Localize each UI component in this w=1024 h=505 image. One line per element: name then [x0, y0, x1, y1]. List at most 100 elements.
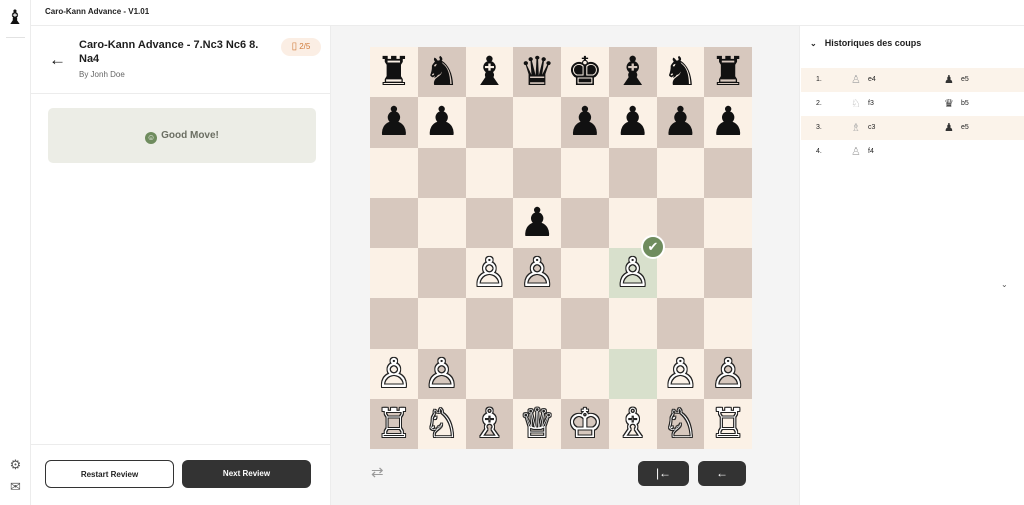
square-d2[interactable] — [513, 348, 561, 399]
piece-e8[interactable]: ♚ — [567, 49, 603, 95]
square-h4[interactable] — [704, 248, 752, 299]
square-h1[interactable]: ♖ — [704, 398, 752, 449]
piece-g7[interactable]: ♟ — [662, 99, 698, 145]
square-f2[interactable] — [608, 348, 657, 399]
square-b1[interactable]: ♘ — [417, 398, 466, 449]
square-d8[interactable]: ♛ — [513, 47, 561, 98]
piece-f7[interactable]: ♟ — [615, 99, 651, 145]
piece-h8[interactable]: ♜ — [710, 49, 746, 95]
next-review-button[interactable]: Next Review — [182, 460, 311, 488]
square-a3[interactable] — [370, 298, 418, 349]
square-e5[interactable] — [561, 197, 609, 248]
piece-a8[interactable]: ♜ — [376, 49, 412, 95]
square-e8[interactable]: ♚ — [561, 47, 609, 98]
square-h2[interactable]: ♙ — [704, 348, 752, 399]
square-d1[interactable]: ♕ — [513, 398, 561, 449]
square-d5[interactable]: ♟ — [513, 197, 561, 248]
move-row[interactable]: 4. ♙ f4 — [801, 140, 1024, 164]
square-g5[interactable] — [656, 197, 705, 248]
piece-e1[interactable]: ♔ — [567, 401, 603, 447]
square-g6[interactable] — [656, 147, 705, 198]
piece-f4[interactable]: ♙ — [615, 250, 651, 296]
square-e6[interactable] — [561, 147, 609, 198]
square-c2[interactable] — [465, 348, 514, 399]
flip-board-icon[interactable]: ⇄ — [371, 464, 389, 482]
square-g8[interactable]: ♞ — [656, 47, 705, 98]
square-a2[interactable]: ♙ — [370, 348, 418, 399]
square-b8[interactable]: ♞ — [417, 47, 466, 98]
move-row[interactable]: 1. ♙ e4 ♟ e5 — [801, 68, 1024, 92]
square-h5[interactable] — [704, 197, 752, 248]
square-d7[interactable] — [513, 97, 561, 148]
square-g3[interactable] — [656, 298, 705, 349]
square-f1[interactable]: ♗ — [608, 398, 657, 449]
square-d4[interactable]: ♙ — [513, 248, 561, 299]
piece-b1[interactable]: ♘ — [424, 401, 460, 447]
piece-b7[interactable]: ♟ — [424, 99, 460, 145]
square-b6[interactable] — [417, 147, 466, 198]
square-b4[interactable] — [417, 248, 466, 299]
square-c1[interactable]: ♗ — [465, 398, 514, 449]
square-f7[interactable]: ♟ — [608, 97, 657, 148]
piece-a1[interactable]: ♖ — [376, 401, 412, 447]
square-g7[interactable]: ♟ — [656, 97, 705, 148]
square-h6[interactable] — [704, 147, 752, 198]
square-c5[interactable] — [465, 197, 514, 248]
piece-e7[interactable]: ♟ — [567, 99, 603, 145]
square-a8[interactable]: ♜ — [370, 47, 418, 98]
chess-board[interactable]: ♜ ♞ ♝ ♛ ♚ ♝ ♞ ♜ ♟ ♟ ♟ ♟ ♟ ♟ ♟ ♙ ♙ ♙ ♙ ♙ ♙ ♙ ♖ ♘ ♗ ♕ ♔ ♗ ♘ ♖ — [370, 47, 752, 449]
square-h7[interactable]: ♟ — [704, 97, 752, 148]
square-c6[interactable] — [465, 147, 514, 198]
piece-g2[interactable]: ♙ — [662, 351, 698, 397]
square-d3[interactable] — [513, 298, 561, 349]
square-f8[interactable]: ♝ — [608, 47, 657, 98]
piece-b8[interactable]: ♞ — [424, 49, 460, 95]
piece-d1[interactable]: ♕ — [519, 401, 555, 447]
settings-icon[interactable]: ⚙ — [7, 456, 24, 473]
square-a4[interactable] — [370, 248, 418, 299]
square-c4[interactable]: ♙ — [465, 248, 514, 299]
square-c7[interactable] — [465, 97, 514, 148]
square-b7[interactable]: ♟ — [417, 97, 466, 148]
square-h8[interactable]: ♜ — [704, 47, 752, 98]
back-arrow-icon[interactable]: ← — [49, 50, 69, 70]
square-g1[interactable]: ♘ — [656, 398, 705, 449]
piece-c8[interactable]: ♝ — [471, 49, 507, 95]
piece-d5[interactable]: ♟ — [519, 200, 555, 246]
square-a5[interactable] — [370, 197, 418, 248]
restart-review-button[interactable]: Restart Review — [45, 460, 174, 488]
square-e3[interactable] — [561, 298, 609, 349]
square-f3[interactable] — [608, 298, 657, 349]
square-a6[interactable] — [370, 147, 418, 198]
piece-c4[interactable]: ♙ — [471, 250, 507, 296]
move-row[interactable]: 2. ♘ f3 ♛ b5 — [801, 92, 1024, 116]
first-move-button[interactable]: |← — [638, 461, 689, 486]
piece-h1[interactable]: ♖ — [710, 401, 746, 447]
piece-f8[interactable]: ♝ — [615, 49, 651, 95]
square-a7[interactable]: ♟ — [370, 97, 418, 148]
square-c8[interactable]: ♝ — [465, 47, 514, 98]
square-c3[interactable] — [465, 298, 514, 349]
previous-move-button[interactable]: ← — [698, 461, 746, 486]
square-a1[interactable]: ♖ — [370, 398, 418, 449]
history-header[interactable]: ⌄ Historiques des coups — [810, 38, 921, 48]
square-g4[interactable] — [656, 248, 705, 299]
square-h3[interactable] — [704, 298, 752, 349]
piece-g1[interactable]: ♘ — [662, 401, 698, 447]
piece-h2[interactable]: ♙ — [710, 351, 746, 397]
piece-a2[interactable]: ♙ — [376, 351, 412, 397]
move-row[interactable]: 3. ♗ c3 ♟ e5 — [801, 116, 1024, 140]
square-e1[interactable]: ♔ — [561, 398, 609, 449]
chevron-down-icon[interactable]: ⌄ — [1001, 280, 1008, 289]
square-b3[interactable] — [417, 298, 466, 349]
square-e2[interactable] — [561, 348, 609, 399]
piece-f1[interactable]: ♗ — [615, 401, 651, 447]
piece-d8[interactable]: ♛ — [519, 49, 555, 95]
piece-d4[interactable]: ♙ — [519, 250, 555, 296]
square-b2[interactable]: ♙ — [417, 348, 466, 399]
piece-a7[interactable]: ♟ — [376, 99, 412, 145]
square-f6[interactable] — [608, 147, 657, 198]
piece-h7[interactable]: ♟ — [710, 99, 746, 145]
square-d6[interactable] — [513, 147, 561, 198]
square-e7[interactable]: ♟ — [561, 97, 609, 148]
